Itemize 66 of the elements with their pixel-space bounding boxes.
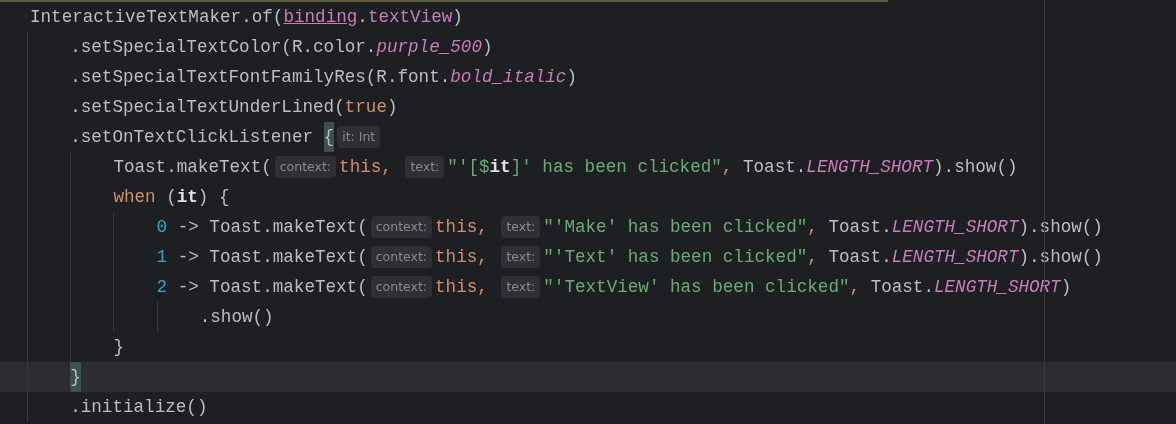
- code-text: ): [452, 5, 463, 29]
- number-literal: 0: [156, 215, 168, 239]
- inlay-hint: context:: [274, 155, 337, 179]
- keyword: this,: [435, 245, 489, 269]
- inlay-hint: text:: [405, 155, 445, 179]
- code-text: Toast.makeText(: [113, 155, 272, 179]
- keyword: this,: [339, 155, 393, 179]
- code-text: .setSpecialTextColor(R.color.: [70, 35, 377, 59]
- variable-name: it: [176, 185, 198, 209]
- code-text: .setOnTextClickListener: [70, 125, 315, 149]
- string-literal: "'Make' has been clicked": [543, 215, 808, 239]
- code-text: .show(): [199, 305, 274, 329]
- code-text: Toast.: [743, 155, 807, 179]
- keyword: this,: [435, 215, 489, 239]
- keyword: ,: [721, 155, 734, 179]
- inlay-hint: text:: [501, 245, 541, 269]
- property-name: binding: [283, 5, 358, 29]
- keyword: this,: [435, 275, 489, 299]
- code-text: InteractiveTextMaker.of(: [30, 5, 284, 29]
- constant-name: bold_italic: [450, 65, 567, 89]
- constant-name: LENGTH_SHORT: [891, 245, 1019, 269]
- matched-brace: {: [323, 122, 335, 152]
- inlay-hint: context:: [370, 275, 433, 299]
- inlay-hint: context:: [370, 215, 433, 239]
- code-text: ).show(): [1018, 215, 1103, 239]
- code-text: .initialize(): [70, 395, 208, 419]
- code-text: .setSpecialTextUnderLined(: [70, 95, 345, 119]
- code-text: Toast.: [828, 245, 892, 269]
- property-name: textView: [367, 5, 453, 29]
- variable-name: it: [489, 155, 511, 179]
- inlay-hint: text:: [501, 215, 541, 239]
- keyword: true: [344, 95, 387, 119]
- constant-name: LENGTH_SHORT: [934, 275, 1061, 299]
- inlay-hint: context:: [370, 245, 433, 269]
- code-text: .setSpecialTextFontFamilyRes(R.font.: [70, 65, 451, 89]
- code-text: Toast.: [828, 215, 892, 239]
- code-text: ): [566, 65, 577, 89]
- constant-name: LENGTH_SHORT: [891, 215, 1019, 239]
- code-text: }: [113, 335, 124, 359]
- code-text: Toast.: [870, 275, 934, 299]
- code-text: ).show(): [933, 155, 1018, 179]
- keyword: ,: [807, 245, 819, 269]
- inlay-hint: text:: [501, 275, 541, 299]
- code-text: -> Toast.makeText(: [176, 215, 368, 239]
- matched-brace: }: [70, 362, 81, 392]
- keyword: when: [113, 185, 157, 209]
- string-literal: "'[$: [447, 155, 490, 179]
- code-text: ): [481, 35, 493, 59]
- code-text: .: [357, 5, 368, 29]
- string-literal: "'TextView' has been clicked": [543, 275, 850, 299]
- string-literal: ]' has been clicked": [510, 155, 722, 179]
- code-text: ).show(): [1018, 245, 1103, 269]
- code-text: ): [1060, 275, 1072, 299]
- number-literal: 2: [156, 275, 168, 299]
- number-literal: 1: [156, 245, 168, 269]
- code-text: -> Toast.makeText(: [176, 245, 368, 269]
- code-text: ) {: [197, 185, 230, 209]
- keyword: ,: [807, 215, 819, 239]
- code-text: -> Toast.makeText(: [176, 275, 368, 299]
- keyword: ,: [849, 275, 862, 299]
- constant-name: purple_500: [376, 35, 482, 59]
- inlay-hint: it: Int: [337, 125, 381, 149]
- string-literal: "'Text' has been clicked": [543, 245, 808, 269]
- code-text: (: [166, 185, 177, 209]
- constant-name: LENGTH_SHORT: [806, 155, 934, 179]
- code-text: ): [386, 95, 398, 119]
